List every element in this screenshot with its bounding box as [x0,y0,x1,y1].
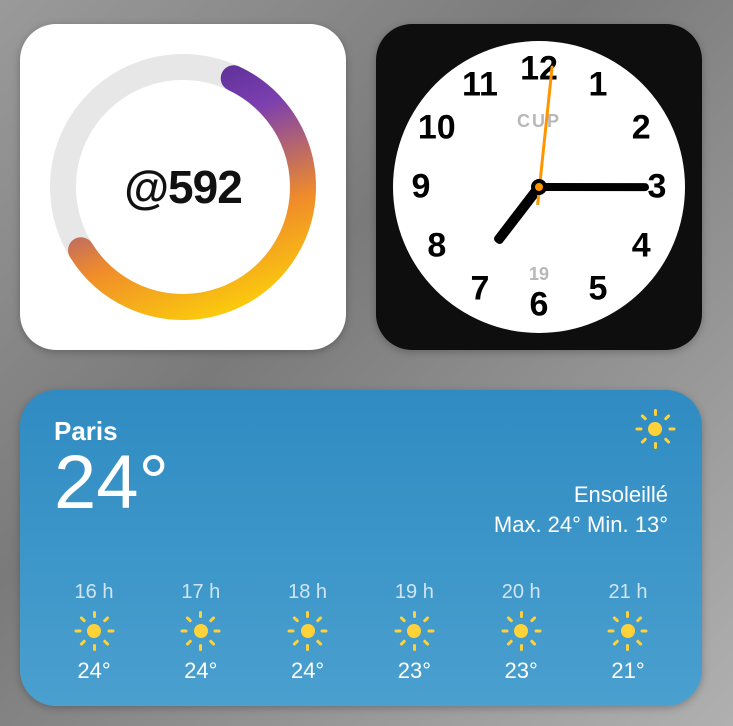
weather-hour-temp: 23° [505,658,538,684]
weather-condition: Ensoleillé [574,482,668,508]
clock-face: CUP 19 121234567891011 [393,41,685,333]
weather-hour-temp: 23° [398,658,431,684]
weather-now-icon [642,416,668,448]
clock-numeral: 5 [589,270,608,309]
sun-icon [642,416,668,442]
clock-numeral: 3 [648,168,667,207]
weather-hour-temp: 24° [291,658,324,684]
weather-widget[interactable]: Paris 24° Ensoleillé Max. 24° Min. 13° 1… [20,390,702,706]
weather-hour-temp: 24° [184,658,217,684]
weather-hour-col: 20 h 23° [481,581,561,684]
clock-date-label: 19 [529,264,549,285]
clock-center-cap [531,179,547,195]
weather-hour-col: 17 h 24° [161,581,241,684]
weather-hour-temp: 21° [611,658,644,684]
clock-numeral: 7 [471,270,490,309]
clock-numeral: 6 [530,286,549,325]
sun-icon [295,618,321,644]
weather-current-temp: 24° [54,445,169,521]
clock-numeral: 4 [632,227,651,266]
weather-hour-temp: 24° [77,658,110,684]
sun-icon [615,618,641,644]
clock-numeral: 11 [462,65,498,104]
weather-hour-label: 21 h [609,581,648,604]
weather-hour-col: 19 h 23° [374,581,454,684]
clock-numeral: 10 [418,109,456,148]
sun-icon [508,618,534,644]
weather-hour-col: 16 h 24° [54,581,134,684]
clock-numeral: 9 [412,168,431,207]
world-clock-widget[interactable]: CUP 19 121234567891011 [376,24,702,350]
clock-numeral: 8 [427,227,446,266]
weather-hour-label: 17 h [181,581,220,604]
sun-icon [81,618,107,644]
swatch-time-widget[interactable]: @592 [20,24,346,350]
swatch-time-label: @592 [124,160,242,214]
clock-numeral: 2 [632,109,651,148]
clock-city-label: CUP [517,111,561,132]
weather-hour-col: 21 h 21° [588,581,668,684]
weather-hour-label: 19 h [395,581,434,604]
sun-icon [401,618,427,644]
weather-hour-label: 20 h [502,581,541,604]
weather-hour-label: 16 h [75,581,114,604]
sun-icon [188,618,214,644]
weather-hour-col: 18 h 24° [268,581,348,684]
clock-minute-hand [539,183,649,191]
clock-numeral: 1 [589,65,608,104]
weather-hourly-row: 16 h24°17 h24°18 h24°19 h23°20 h23°21 h2… [54,581,668,684]
weather-hour-label: 18 h [288,581,327,604]
weather-hi-lo: Max. 24° Min. 13° [494,512,668,538]
